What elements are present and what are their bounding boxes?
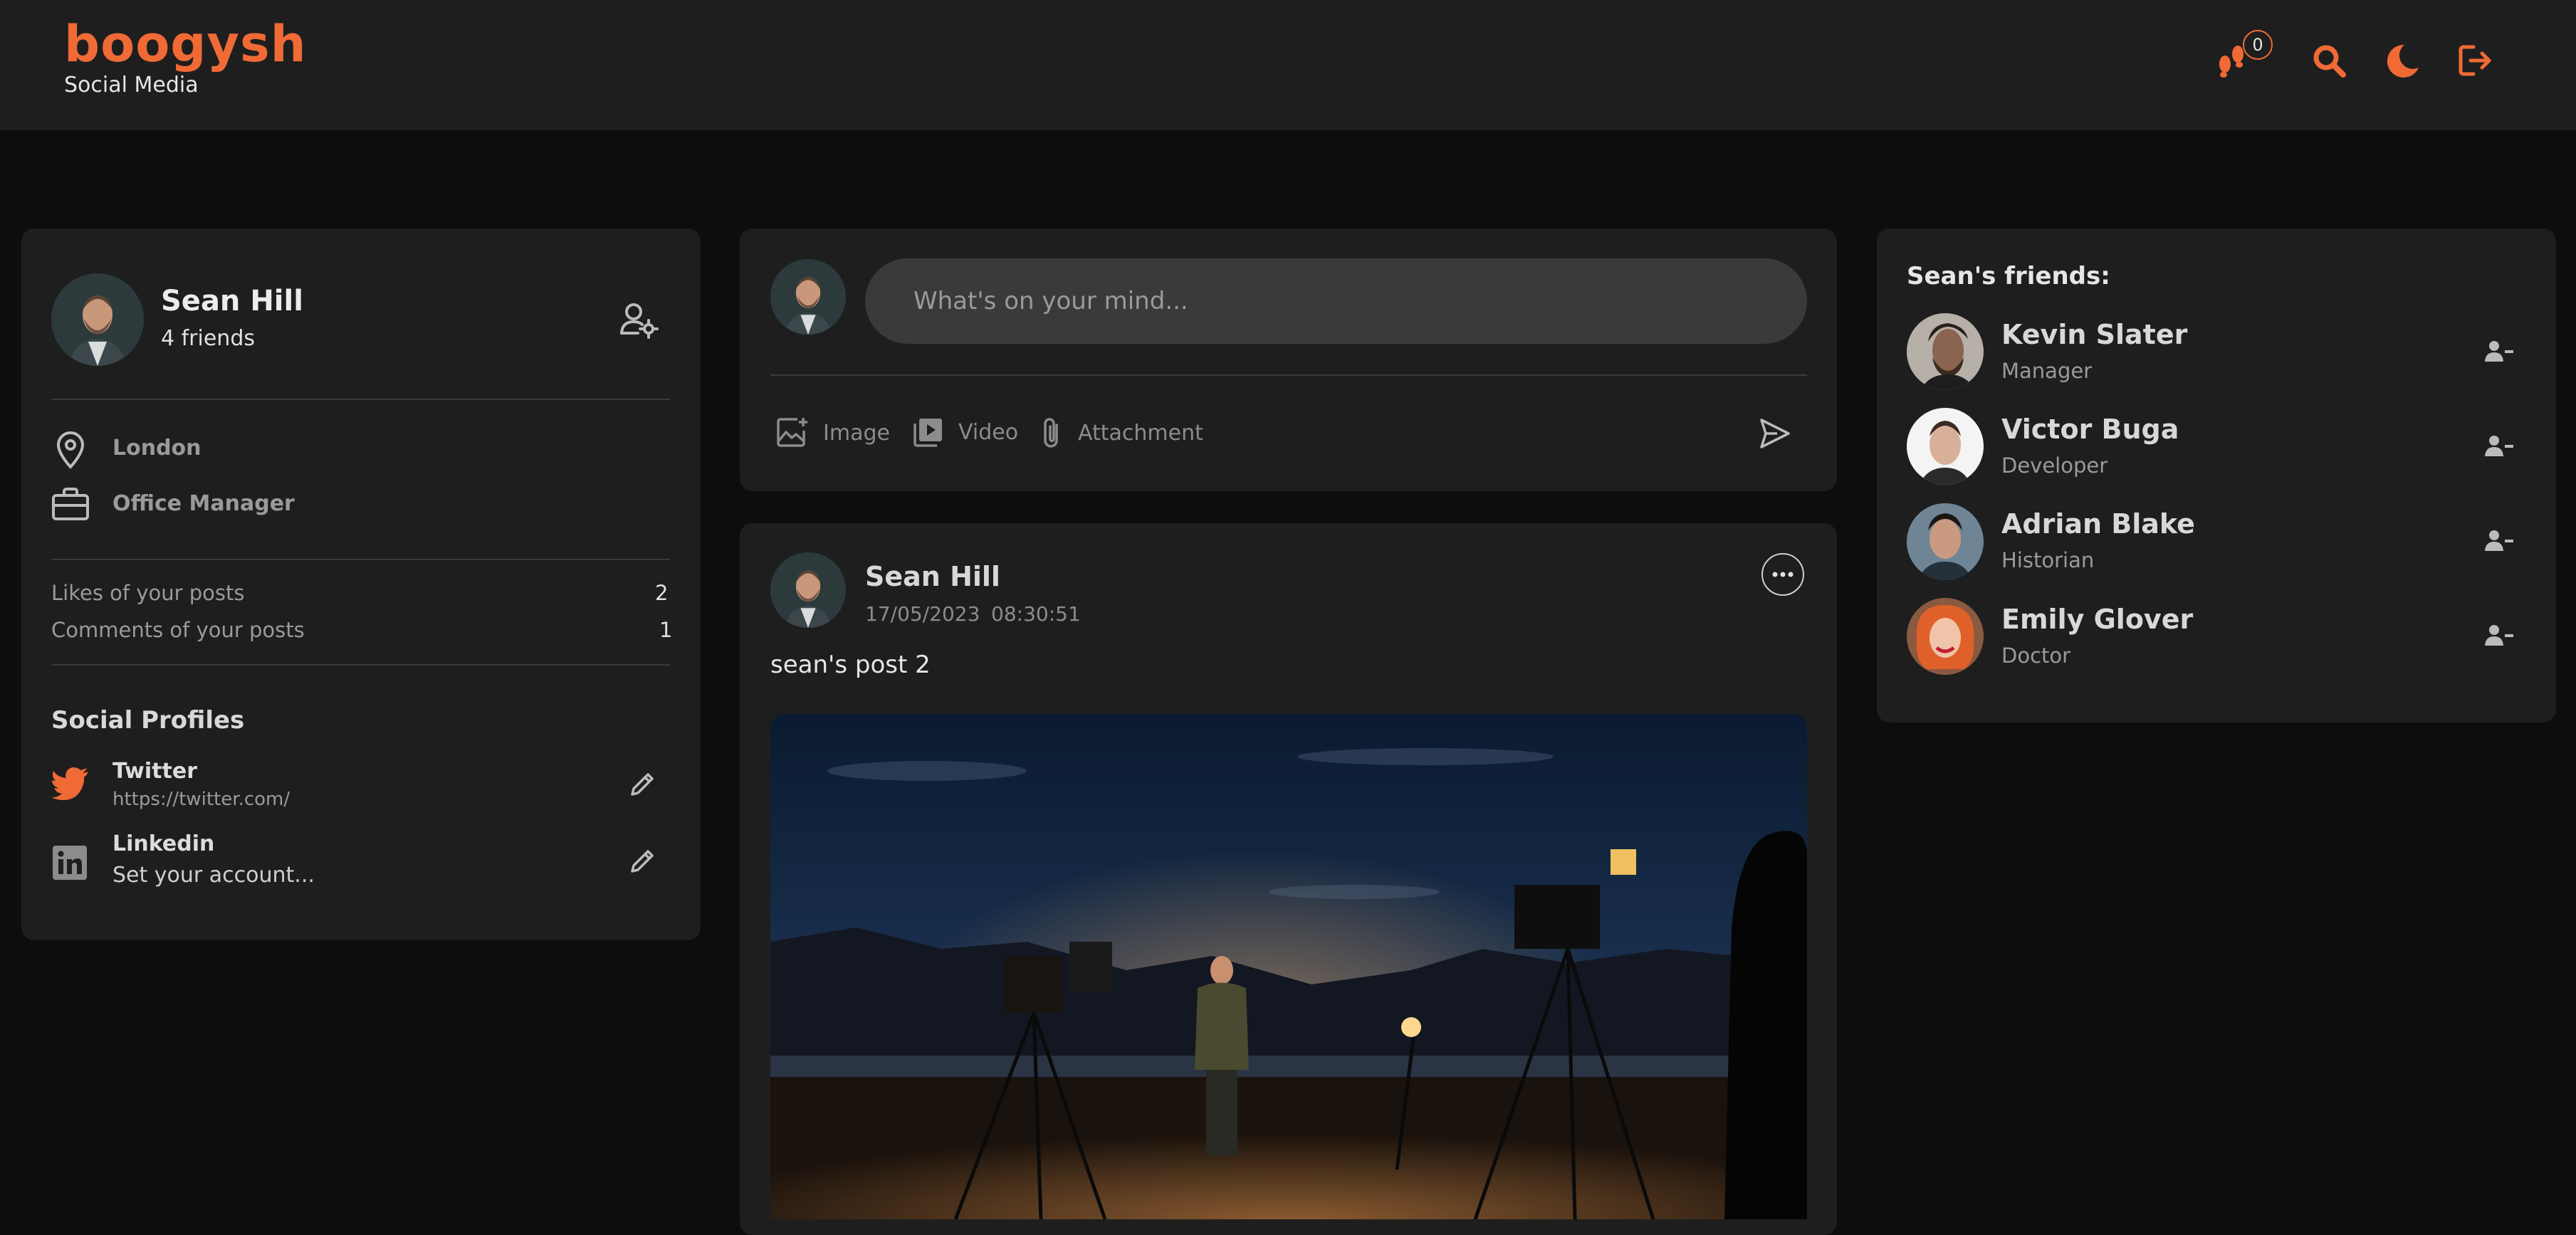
attach-image-label: Image bbox=[823, 420, 890, 446]
post-input[interactable] bbox=[865, 258, 1807, 344]
friend-name[interactable]: Victor Buga bbox=[2001, 414, 2179, 445]
divider bbox=[51, 664, 670, 666]
logout-button[interactable] bbox=[2452, 37, 2499, 84]
friend-avatar[interactable] bbox=[1907, 503, 1984, 580]
top-bar: boogysh Social Media 0 bbox=[0, 0, 2576, 130]
post-date: 17/05/2023 bbox=[865, 602, 980, 626]
friend-role: Doctor bbox=[2001, 643, 2071, 668]
friend-name[interactable]: Emily Glover bbox=[2001, 604, 2193, 635]
image-add-icon bbox=[777, 418, 807, 447]
attach-video-button[interactable]: Video bbox=[913, 416, 1018, 448]
friend-avatar[interactable] bbox=[1907, 313, 1984, 390]
remove-friend-button[interactable] bbox=[2485, 435, 2513, 461]
attach-image-button[interactable]: Image bbox=[776, 416, 890, 449]
stat-value-likes: 2 bbox=[655, 581, 669, 605]
post-time: 08:30:51 bbox=[991, 602, 1081, 626]
friend-role: Developer bbox=[2001, 453, 2108, 478]
more-horizontal-icon bbox=[1772, 572, 1794, 577]
stat-label-likes: Likes of your posts bbox=[51, 581, 245, 605]
send-button[interactable] bbox=[1759, 417, 1791, 453]
friend-avatar[interactable] bbox=[1907, 408, 1984, 485]
manage-friends-button[interactable] bbox=[619, 302, 659, 339]
remove-friend-button[interactable] bbox=[2485, 530, 2513, 555]
profile-avatar[interactable] bbox=[51, 273, 144, 366]
post-author-name[interactable]: Sean Hill bbox=[865, 561, 1000, 592]
edit-linkedin-button[interactable] bbox=[628, 847, 656, 878]
theme-toggle-button[interactable] bbox=[2378, 37, 2425, 84]
social-profiles-title: Social Profiles bbox=[51, 706, 245, 735]
post-options-button[interactable] bbox=[1761, 553, 1804, 596]
pencil-icon bbox=[631, 850, 654, 873]
pencil-icon bbox=[631, 773, 654, 796]
user-minus-icon bbox=[2485, 341, 2513, 362]
friend-avatar[interactable] bbox=[1907, 598, 1984, 675]
video-icon bbox=[913, 419, 942, 447]
edit-twitter-button[interactable] bbox=[628, 770, 656, 802]
moon-icon bbox=[2387, 44, 2419, 78]
search-button[interactable] bbox=[2305, 37, 2352, 84]
divider bbox=[51, 399, 670, 400]
post-author-avatar[interactable] bbox=[770, 552, 846, 628]
user-minus-icon bbox=[2485, 625, 2513, 646]
search-icon bbox=[2313, 45, 2346, 78]
twitter-icon bbox=[51, 767, 90, 803]
social-name-twitter: Twitter bbox=[112, 759, 197, 784]
paperclip-icon bbox=[1044, 418, 1058, 448]
profile-location: London bbox=[112, 436, 201, 461]
social-value-twitter[interactable]: https://twitter.com/ bbox=[112, 789, 290, 810]
divider bbox=[51, 559, 670, 560]
post-text: sean's post 2 bbox=[770, 651, 931, 679]
divider bbox=[770, 374, 1807, 376]
friend-name[interactable]: Adrian Blake bbox=[2001, 508, 2195, 540]
user-settings-icon bbox=[620, 303, 659, 339]
friend-role: Manager bbox=[2001, 359, 2093, 383]
stat-value-comments: 1 bbox=[659, 618, 673, 642]
post-image[interactable] bbox=[770, 714, 1807, 1219]
logout-icon bbox=[2459, 45, 2491, 76]
social-name-linkedin: Linkedin bbox=[112, 831, 215, 856]
composer-avatar bbox=[770, 259, 846, 335]
friend-role: Historian bbox=[2001, 548, 2095, 572]
notification-badge: 0 bbox=[2243, 30, 2273, 60]
attach-video-label: Video bbox=[958, 419, 1019, 445]
remove-friend-button[interactable] bbox=[2485, 624, 2513, 650]
brand-name[interactable]: boogysh bbox=[64, 16, 307, 73]
brand-subtitle: Social Media bbox=[64, 73, 199, 98]
profile-friends-count: 4 friends bbox=[161, 326, 255, 351]
user-minus-icon bbox=[2485, 436, 2513, 456]
remove-friend-button[interactable] bbox=[2485, 340, 2513, 366]
send-icon bbox=[1760, 419, 1790, 448]
user-minus-icon bbox=[2485, 530, 2513, 551]
social-value-linkedin[interactable]: Set your account... bbox=[112, 863, 315, 888]
stat-label-comments: Comments of your posts bbox=[51, 618, 305, 642]
attach-file-label: Attachment bbox=[1078, 420, 1203, 446]
location-icon bbox=[54, 430, 87, 473]
friend-name[interactable]: Kevin Slater bbox=[2001, 319, 2187, 350]
brand[interactable]: boogysh Social Media bbox=[64, 16, 307, 98]
profile-name[interactable]: Sean Hill bbox=[161, 285, 303, 317]
friends-title: Sean's friends: bbox=[1907, 262, 2110, 290]
notifications-button[interactable]: 0 bbox=[2209, 30, 2273, 84]
linkedin-icon bbox=[53, 846, 87, 883]
attach-file-button[interactable]: Attachment bbox=[1041, 416, 1203, 449]
profile-occupation: Office Manager bbox=[112, 491, 295, 516]
briefcase-icon bbox=[51, 487, 90, 524]
